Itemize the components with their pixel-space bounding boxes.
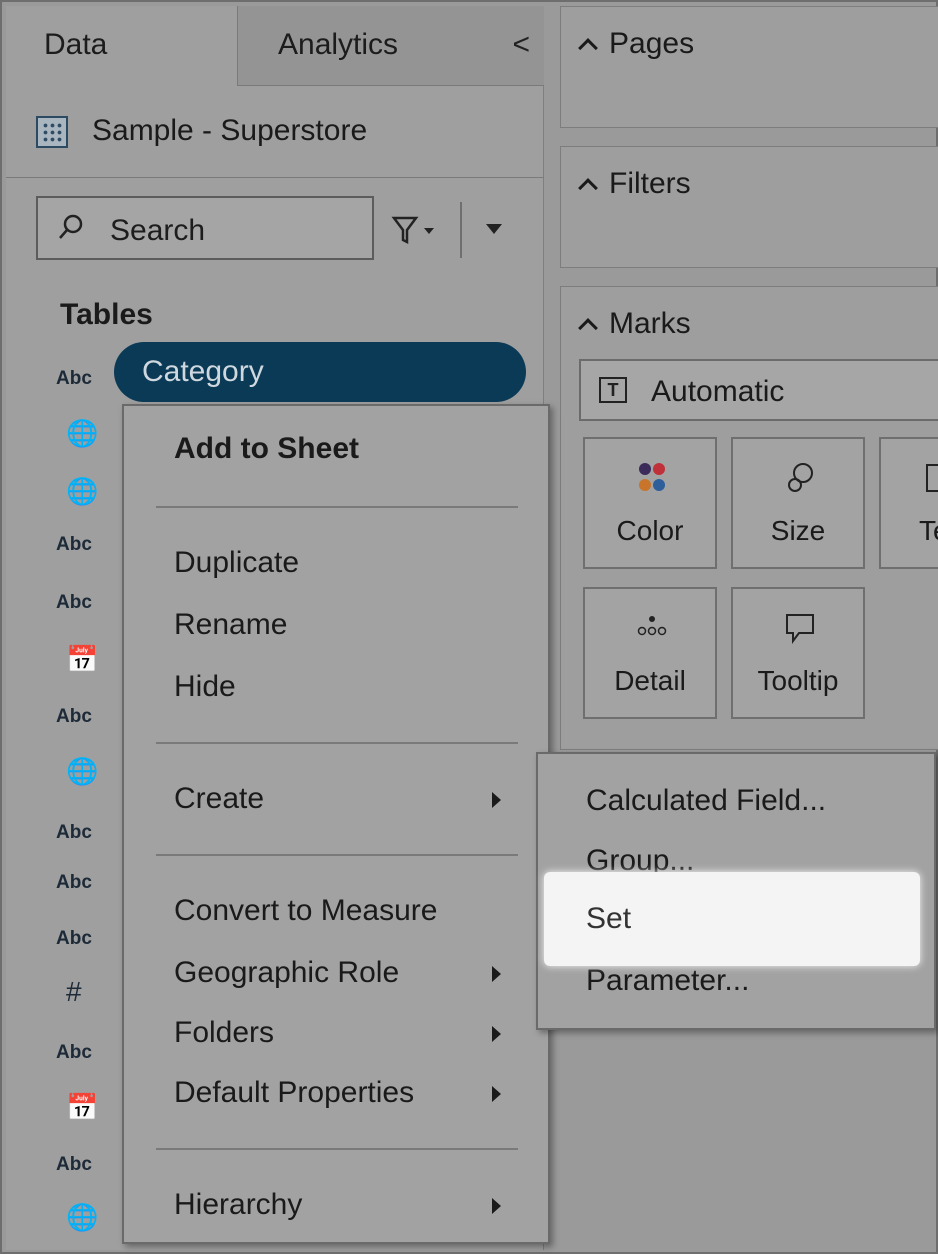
menu-item-create[interactable]: Create: [174, 782, 264, 816]
datasource-icon: [36, 116, 68, 148]
globe-icon: 🌐: [66, 756, 99, 786]
menu-item-geographic-role[interactable]: Geographic Role: [174, 956, 399, 990]
menu-item-add-to-sheet[interactable]: Add to Sheet: [174, 432, 359, 466]
menu-item-duplicate[interactable]: Duplicate: [174, 546, 299, 580]
detail-icon: [637, 616, 667, 636]
search-icon: [59, 214, 83, 239]
submenu-item-parameter[interactable]: Parameter...: [586, 964, 749, 998]
menu-separator: [156, 742, 518, 744]
detail-button[interactable]: Detail: [583, 587, 717, 719]
filters-label: Filters: [609, 167, 691, 200]
submenu-arrow-icon: [492, 966, 501, 982]
field-pill-category[interactable]: Category: [114, 342, 526, 402]
field-pill-label: Category: [142, 355, 264, 388]
mark-type-dropdown[interactable]: T Automatic: [579, 359, 938, 421]
menu-separator: [156, 506, 518, 508]
collapse-pane-icon[interactable]: <: [512, 28, 530, 62]
submenu-arrow-icon: [492, 792, 501, 808]
datasource-row[interactable]: Sample - Superstore: [6, 86, 544, 178]
size-icon: [788, 463, 813, 492]
field-type-icon: Abc: [56, 872, 92, 893]
size-button[interactable]: Size: [731, 437, 865, 569]
filters-shelf[interactable]: Filters: [560, 146, 938, 268]
pages-label: Pages: [609, 27, 695, 60]
tab-analytics[interactable]: Analytics <: [238, 6, 544, 86]
size-label: Size: [770, 515, 826, 546]
menu-item-hide[interactable]: Hide: [174, 670, 236, 704]
tooltip-label: Tooltip: [757, 665, 839, 696]
marks-label: Marks: [609, 307, 691, 340]
chevron-up-icon: [578, 318, 598, 338]
datasource-name: Sample - Superstore: [92, 114, 368, 147]
mark-type-label: Automatic: [651, 375, 785, 408]
submenu-arrow-icon: [492, 1198, 501, 1214]
menu-separator: [156, 854, 518, 856]
field-type-icon: Abc: [56, 534, 92, 555]
text-button[interactable]: Text: [879, 437, 938, 569]
detail-label: Detail: [614, 665, 686, 696]
color-label: Color: [616, 515, 684, 546]
create-submenu: Calculated Field... Group... Parameter..…: [536, 752, 936, 1030]
text-icon: [926, 464, 938, 492]
submenu-item-calculated-field[interactable]: Calculated Field...: [586, 784, 826, 818]
tooltip-icon: [786, 614, 814, 644]
tab-data[interactable]: Data: [6, 6, 238, 86]
chevron-up-icon: [578, 38, 598, 58]
number-type-icon: #: [66, 976, 82, 1007]
toolbar-divider: [460, 202, 462, 258]
filters-shelf-title[interactable]: Filters: [578, 167, 691, 201]
field-type-icon: Abc: [56, 706, 92, 727]
field-type-icon: Abc: [56, 592, 92, 613]
pages-shelf-title[interactable]: Pages: [578, 27, 695, 61]
menu-item-rename[interactable]: Rename: [174, 608, 287, 642]
globe-icon: 🌐: [66, 418, 99, 448]
tooltip-button[interactable]: Tooltip: [731, 587, 865, 719]
menu-item-convert-to-measure[interactable]: Convert to Measure: [174, 894, 437, 928]
marks-title[interactable]: Marks: [578, 307, 691, 341]
tab-analytics-label: Analytics: [278, 28, 399, 61]
field-type-icon: Abc: [56, 928, 92, 949]
menu-item-default-properties[interactable]: Default Properties: [174, 1076, 414, 1110]
field-type-icon: Abc: [56, 368, 92, 389]
field-type-icon: Abc: [56, 1042, 92, 1063]
search-input[interactable]: Search: [36, 196, 374, 260]
pane-tabs: Data Analytics <: [6, 6, 544, 86]
pages-shelf[interactable]: Pages: [560, 6, 938, 128]
chevron-down-icon[interactable]: [486, 224, 502, 234]
filter-icon[interactable]: [390, 212, 446, 248]
text-mark-icon: T: [599, 377, 627, 403]
submenu-item-set-label: Set: [586, 902, 632, 935]
menu-item-hierarchy[interactable]: Hierarchy: [174, 1188, 302, 1222]
marks-card: Marks T Automatic Color Size Text Detail: [560, 286, 938, 750]
calendar-icon: 📅: [66, 644, 99, 674]
field-type-icon: Abc: [56, 1154, 92, 1175]
search-placeholder: Search: [110, 214, 206, 247]
submenu-item-set[interactable]: Set: [544, 872, 920, 966]
color-button[interactable]: Color: [583, 437, 717, 569]
field-type-icon: Abc: [56, 822, 92, 843]
chevron-up-icon: [578, 178, 598, 198]
field-context-menu: Add to Sheet Duplicate Rename Hide Creat…: [122, 404, 550, 1244]
globe-icon: 🌐: [66, 476, 99, 506]
tab-data-label: Data: [44, 28, 108, 61]
menu-item-folders[interactable]: Folders: [174, 1016, 274, 1050]
text-label: Text: [919, 515, 938, 546]
tables-heading: Tables: [60, 298, 153, 331]
calendar-icon: 📅: [66, 1092, 99, 1122]
menu-separator: [156, 1148, 518, 1150]
color-icon: [639, 463, 665, 491]
submenu-arrow-icon: [492, 1026, 501, 1042]
globe-icon: 🌐: [66, 1202, 99, 1232]
submenu-arrow-icon: [492, 1086, 501, 1102]
